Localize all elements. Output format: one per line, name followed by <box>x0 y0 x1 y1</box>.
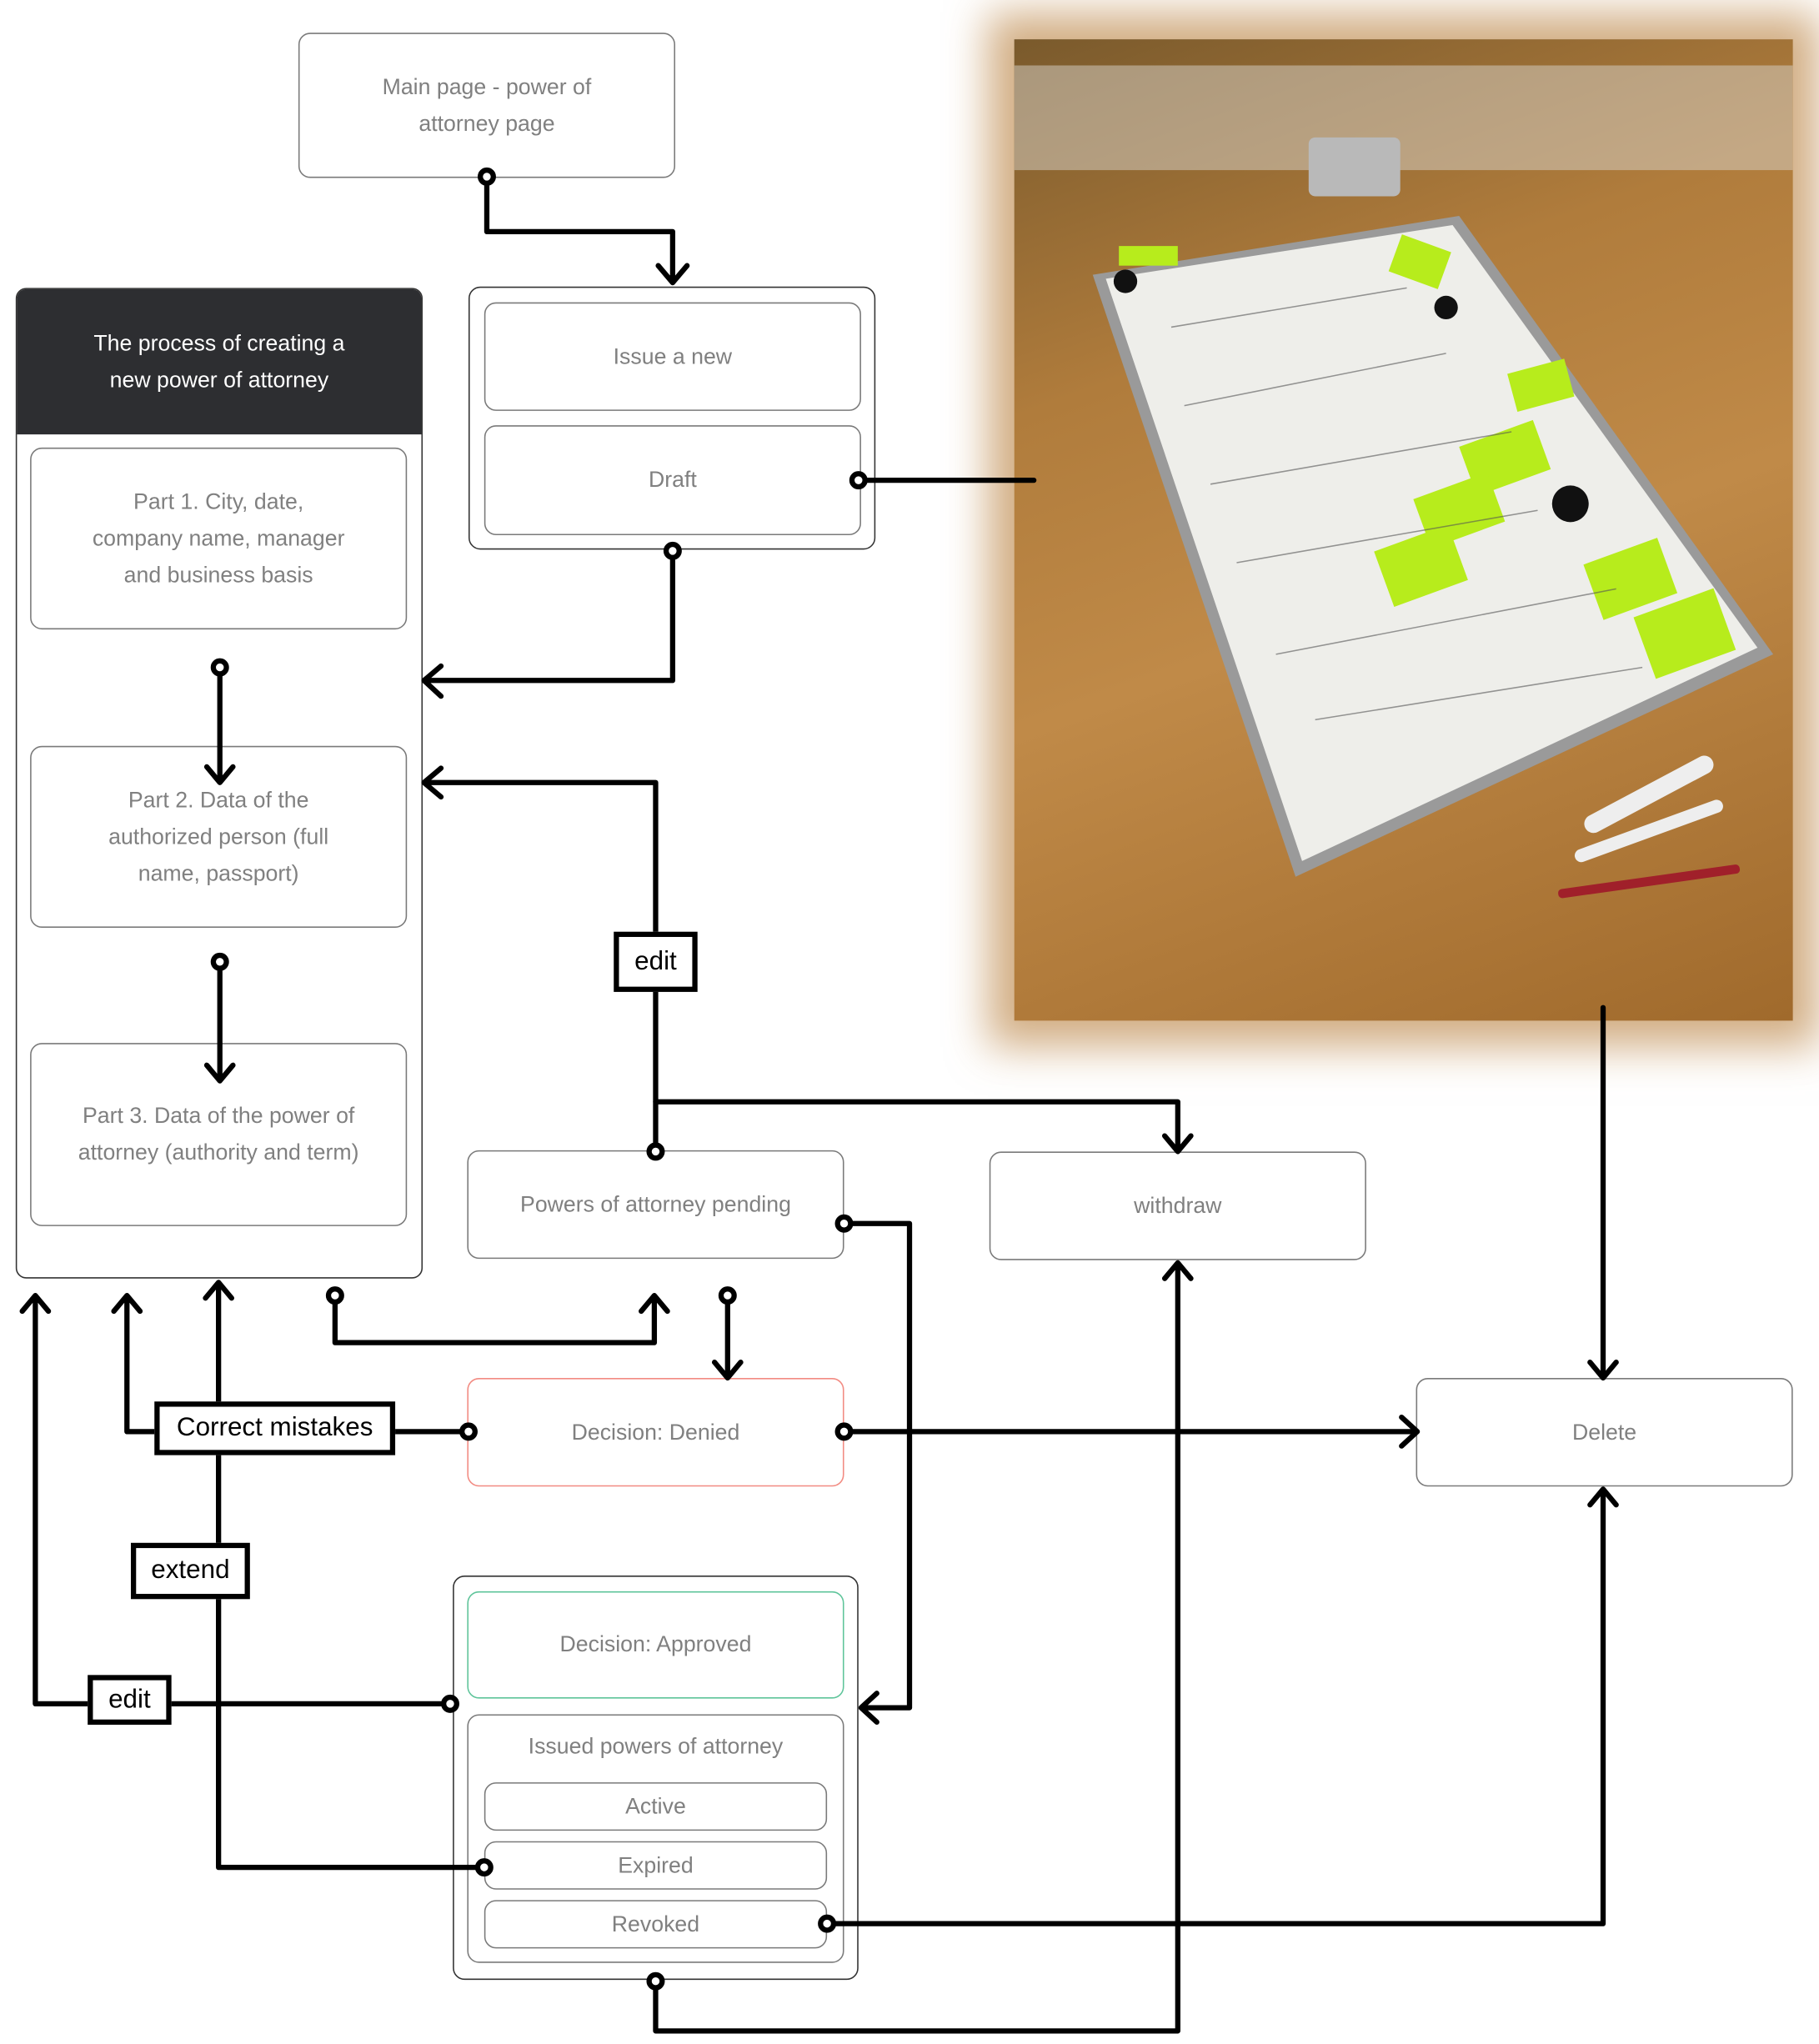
approved-node[interactable]: Decision: Approved <box>467 1591 844 1699</box>
denied-text: Decision: Denied <box>571 1419 740 1445</box>
issued-text: Issued powers of attorney <box>528 1733 784 1759</box>
part2-node[interactable]: Part 2. Data of the authorized person (f… <box>30 745 408 928</box>
draft-node[interactable]: Draft <box>484 425 861 536</box>
withdraw-text: withdraw <box>1134 1192 1222 1218</box>
correct-mistakes-text: Correct mistakes <box>176 1413 373 1442</box>
part3-text: Part 3. Data of the power of attorney (a… <box>78 1103 359 1165</box>
pending-node[interactable]: Powers of attorney pending <box>467 1150 844 1260</box>
part1-text: Part 1. City, date, company name, manage… <box>92 488 345 588</box>
process-title: The process of creating a new power of a… <box>93 330 345 393</box>
revoked-node[interactable]: Revoked <box>484 1900 828 1949</box>
issue-new-text: Issue a new <box>613 343 733 368</box>
revoked-text: Revoked <box>611 1911 700 1936</box>
arrow-photo-to-delete <box>1587 1004 1619 1381</box>
flow-diagram: Main page - power of attorney page The p… <box>0 0 1819 2044</box>
expired-text: Expired <box>618 1852 694 1877</box>
edit-top-text: edit <box>634 946 677 976</box>
edit-label-bottom: edit <box>88 1675 172 1725</box>
withdraw-node[interactable]: withdraw <box>989 1151 1366 1260</box>
correct-mistakes-label: Correct mistakes <box>154 1401 396 1455</box>
arrow-denied-to-delete <box>841 1414 1421 1449</box>
arrow-revoked-to-delete <box>824 1486 1619 1926</box>
part1-node[interactable]: Part 1. City, date, company name, manage… <box>30 447 408 630</box>
expired-node[interactable]: Expired <box>484 1841 828 1890</box>
extend-label: extend <box>130 1542 250 1600</box>
part2-text: Part 2. Data of the authorized person (f… <box>108 787 329 885</box>
main-page-node[interactable]: Main page - power of attorney page <box>298 33 676 178</box>
pending-text: Powers of attorney pending <box>520 1191 791 1217</box>
issue-new-node[interactable]: Issue a new <box>484 302 861 411</box>
part3-node[interactable]: Part 3. Data of the power of attorney (a… <box>30 1043 408 1226</box>
active-text: Active <box>625 1793 686 1819</box>
process-panel-header: The process of creating a new power of a… <box>17 288 422 435</box>
arrow-pending-to-denied <box>711 1292 744 1381</box>
arrow-main-to-issue <box>484 173 690 286</box>
arrow-process-to-pending <box>332 1292 670 1345</box>
edit-bottom-text: edit <box>108 1685 151 1714</box>
main-page-text: Main page - power of attorney page <box>382 73 592 136</box>
arrow-draft-to-process <box>421 548 676 699</box>
arrow-approved-edit <box>19 1292 453 1707</box>
active-node[interactable]: Active <box>484 1782 828 1831</box>
delete-node[interactable]: Delete <box>1416 1377 1793 1487</box>
draft-text: Draft <box>648 467 697 493</box>
denied-node[interactable]: Decision: Denied <box>467 1377 844 1487</box>
whiteboard-illustration <box>1014 65 1793 899</box>
edit-label-top: edit <box>614 931 698 992</box>
extend-text: extend <box>151 1556 230 1586</box>
whiteboard-photo <box>1014 39 1793 1021</box>
delete-text: Delete <box>1571 1419 1637 1445</box>
arrow-pending-to-withdraw <box>653 1099 1194 1155</box>
approved-text: Decision: Approved <box>559 1631 752 1657</box>
